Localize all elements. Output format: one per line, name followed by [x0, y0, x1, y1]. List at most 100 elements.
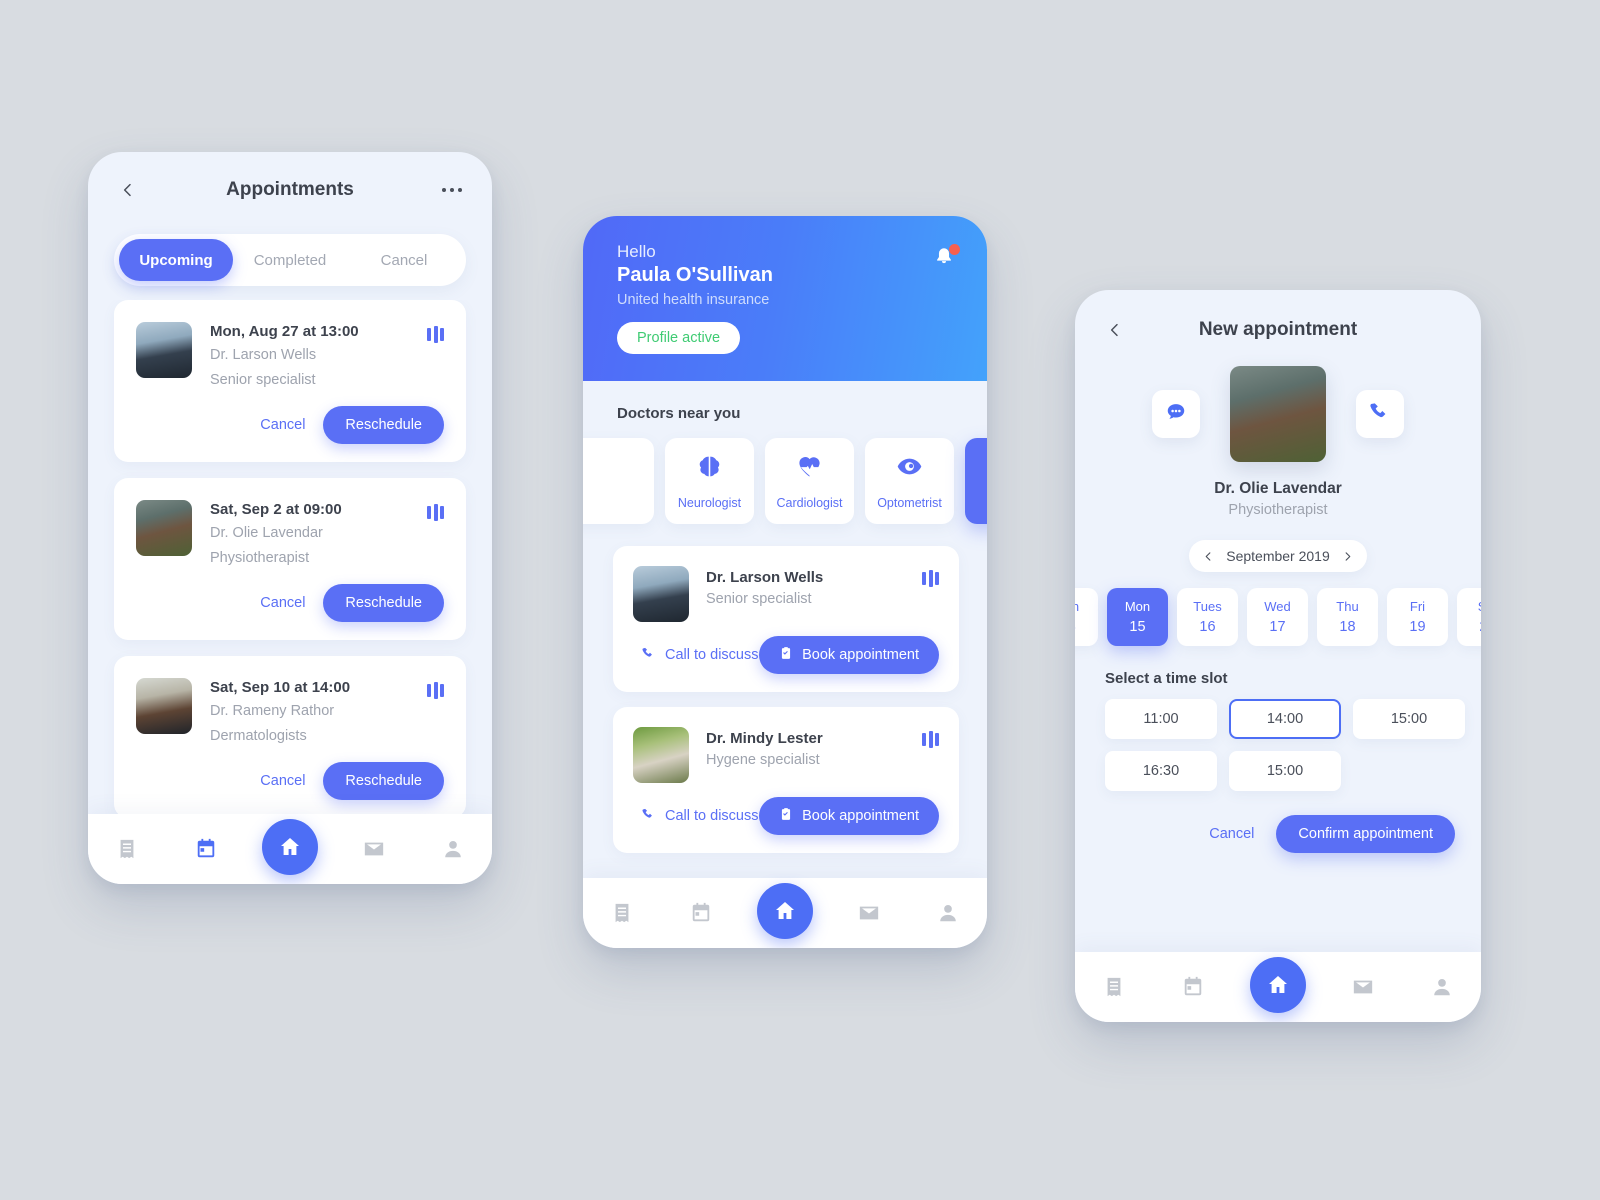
day-cell-sun[interactable]: Sun 14: [1075, 588, 1098, 646]
appointment-details: Sat, Sep 10 at 14:00 Dr. Rameny Rathor D…: [192, 678, 427, 746]
tab-upcoming[interactable]: Upcoming: [119, 239, 233, 281]
doctor-actions: Call to discuss Book appointment: [633, 797, 939, 835]
doctor-card[interactable]: Dr. Mindy Lester Hygene specialist Call …: [613, 707, 959, 853]
month-navigator: September 2019: [1189, 540, 1367, 572]
day-name: Wed: [1264, 599, 1291, 614]
bars-menu-icon[interactable]: [427, 678, 444, 699]
day-name: Fri: [1409, 599, 1426, 614]
bars-menu-icon[interactable]: [922, 566, 939, 587]
day-cell-thu[interactable]: Thu 18: [1317, 588, 1378, 646]
appointment-card[interactable]: Mon, Aug 27 at 13:00 Dr. Larson Wells Se…: [114, 300, 466, 462]
time-slot[interactable]: 16:30: [1105, 751, 1217, 791]
reschedule-button[interactable]: Reschedule: [323, 584, 444, 622]
doctor-card-top: Dr. Mindy Lester Hygene specialist: [633, 727, 939, 783]
category-row[interactable]: Neurologist Cardiologist Optometrist Den…: [583, 422, 987, 524]
phone-icon: [641, 646, 656, 665]
day-cell-tues[interactable]: Tues 16: [1177, 588, 1238, 646]
nav-mail[interactable]: [1341, 965, 1385, 1009]
back-icon[interactable]: [114, 176, 142, 204]
doctor-card[interactable]: Dr. Larson Wells Senior specialist Call …: [613, 546, 959, 692]
nav-profile[interactable]: [1420, 965, 1464, 1009]
call-button[interactable]: [1356, 390, 1404, 438]
category-card-dentist[interactable]: Dentist: [965, 438, 987, 524]
book-appointment-button[interactable]: Book appointment: [759, 797, 939, 835]
phone-appointments: Appointments Upcoming Completed Cancel M…: [88, 152, 492, 884]
reschedule-button[interactable]: Reschedule: [323, 762, 444, 800]
category-label: Neurologist: [677, 495, 742, 510]
day-name: Thu: [1336, 599, 1359, 614]
insurance-text: United health insurance: [617, 292, 770, 308]
nav-calendar[interactable]: [679, 891, 723, 935]
nav-home[interactable]: [1249, 957, 1306, 1013]
book-appointment-button[interactable]: Book appointment: [759, 636, 939, 674]
page-title: New appointment: [1198, 319, 1358, 340]
chevron-right-icon[interactable]: [1342, 551, 1353, 562]
category-card-partial[interactable]: [583, 438, 654, 524]
day-number: 17: [1269, 619, 1286, 635]
chevron-left-icon[interactable]: [1203, 551, 1214, 562]
cancel-button[interactable]: Cancel: [1209, 826, 1254, 842]
bars-menu-icon[interactable]: [427, 500, 444, 521]
nav-calendar[interactable]: [184, 827, 228, 871]
nav-receipt[interactable]: [105, 827, 149, 871]
reschedule-button[interactable]: Reschedule: [323, 406, 444, 444]
appointment-doctor-role: Physiotherapist: [210, 550, 310, 566]
time-slot[interactable]: 11:00: [1105, 699, 1217, 739]
tab-cancel[interactable]: Cancel: [347, 239, 461, 281]
day-cell-wed[interactable]: Wed 17: [1247, 588, 1308, 646]
call-to-discuss-button[interactable]: Call to discuss: [641, 807, 758, 826]
nav-profile[interactable]: [431, 827, 475, 871]
section-title-doctors-near-you: Doctors near you: [617, 405, 741, 422]
cancel-button[interactable]: Cancel: [260, 417, 305, 433]
cancel-button[interactable]: Cancel: [260, 595, 305, 611]
nav-calendar[interactable]: [1171, 965, 1215, 1009]
day-number: 20: [1479, 619, 1481, 635]
day-cell-sat[interactable]: Sat 20: [1457, 588, 1481, 646]
appointment-card[interactable]: Sat, Sep 10 at 14:00 Dr. Rameny Rathor D…: [114, 656, 466, 814]
page-title: Appointments: [226, 179, 354, 200]
cancel-button[interactable]: Cancel: [260, 773, 305, 789]
eye-icon: [896, 453, 923, 485]
chat-button[interactable]: [1152, 390, 1200, 438]
appointment-datetime: Mon, Aug 27 at 13:00: [210, 323, 359, 340]
tab-completed[interactable]: Completed: [233, 239, 347, 281]
doctor-avatar: [136, 500, 192, 556]
call-to-discuss-button[interactable]: Call to discuss: [641, 646, 758, 665]
nav-profile[interactable]: [926, 891, 970, 935]
category-card-optometrist[interactable]: Optometrist: [865, 438, 954, 524]
category-card-neurologist[interactable]: Neurologist: [665, 438, 754, 524]
home-screen: Hello Paula O'Sullivan United health ins…: [583, 216, 987, 878]
month-label: September 2019: [1226, 548, 1330, 564]
more-options-icon[interactable]: [438, 176, 466, 204]
appointments-list[interactable]: Mon, Aug 27 at 13:00 Dr. Larson Wells Se…: [88, 300, 492, 814]
appointment-doctor-name: Dr. Olie Lavendar: [210, 525, 323, 541]
nav-receipt[interactable]: [1092, 965, 1136, 1009]
day-strip[interactable]: Sun 14 Mon 15 Tues 16 Wed 17 Thu 18 Fri …: [1075, 588, 1481, 646]
day-cell-mon[interactable]: Mon 15: [1107, 588, 1168, 646]
nav-mail[interactable]: [352, 827, 396, 871]
doctor-avatar: [633, 727, 689, 783]
day-cell-fri[interactable]: Fri 19: [1387, 588, 1448, 646]
bars-menu-icon[interactable]: [922, 727, 939, 748]
day-number: 14: [1075, 619, 1076, 635]
category-card-cardiologist[interactable]: Cardiologist: [765, 438, 854, 524]
nav-home[interactable]: [756, 883, 813, 939]
doctor-actions: Call to discuss Book appointment: [633, 636, 939, 674]
nav-receipt[interactable]: [600, 891, 644, 935]
back-icon[interactable]: [1101, 316, 1129, 344]
time-slot[interactable]: 15:00: [1353, 699, 1465, 739]
nav-mail[interactable]: [847, 891, 891, 935]
time-slot[interactable]: 15:00: [1229, 751, 1341, 791]
day-number: 15: [1129, 619, 1146, 635]
appointment-card-top: Mon, Aug 27 at 13:00 Dr. Larson Wells Se…: [136, 322, 444, 390]
nav-home[interactable]: [261, 819, 318, 875]
doctor-role: Physiotherapist: [1228, 502, 1328, 518]
time-slot-selected[interactable]: 14:00: [1229, 699, 1341, 739]
doctors-list: Dr. Larson Wells Senior specialist Call …: [583, 524, 987, 853]
confirm-appointment-button[interactable]: Confirm appointment: [1276, 815, 1455, 853]
bars-menu-icon[interactable]: [427, 322, 444, 343]
doctor-name: Dr. Larson Wells: [706, 569, 824, 586]
notification-bell-icon[interactable]: [933, 244, 960, 272]
appointment-tabs: Upcoming Completed Cancel: [114, 234, 466, 286]
appointment-card[interactable]: Sat, Sep 2 at 09:00 Dr. Olie Lavendar Ph…: [114, 478, 466, 640]
